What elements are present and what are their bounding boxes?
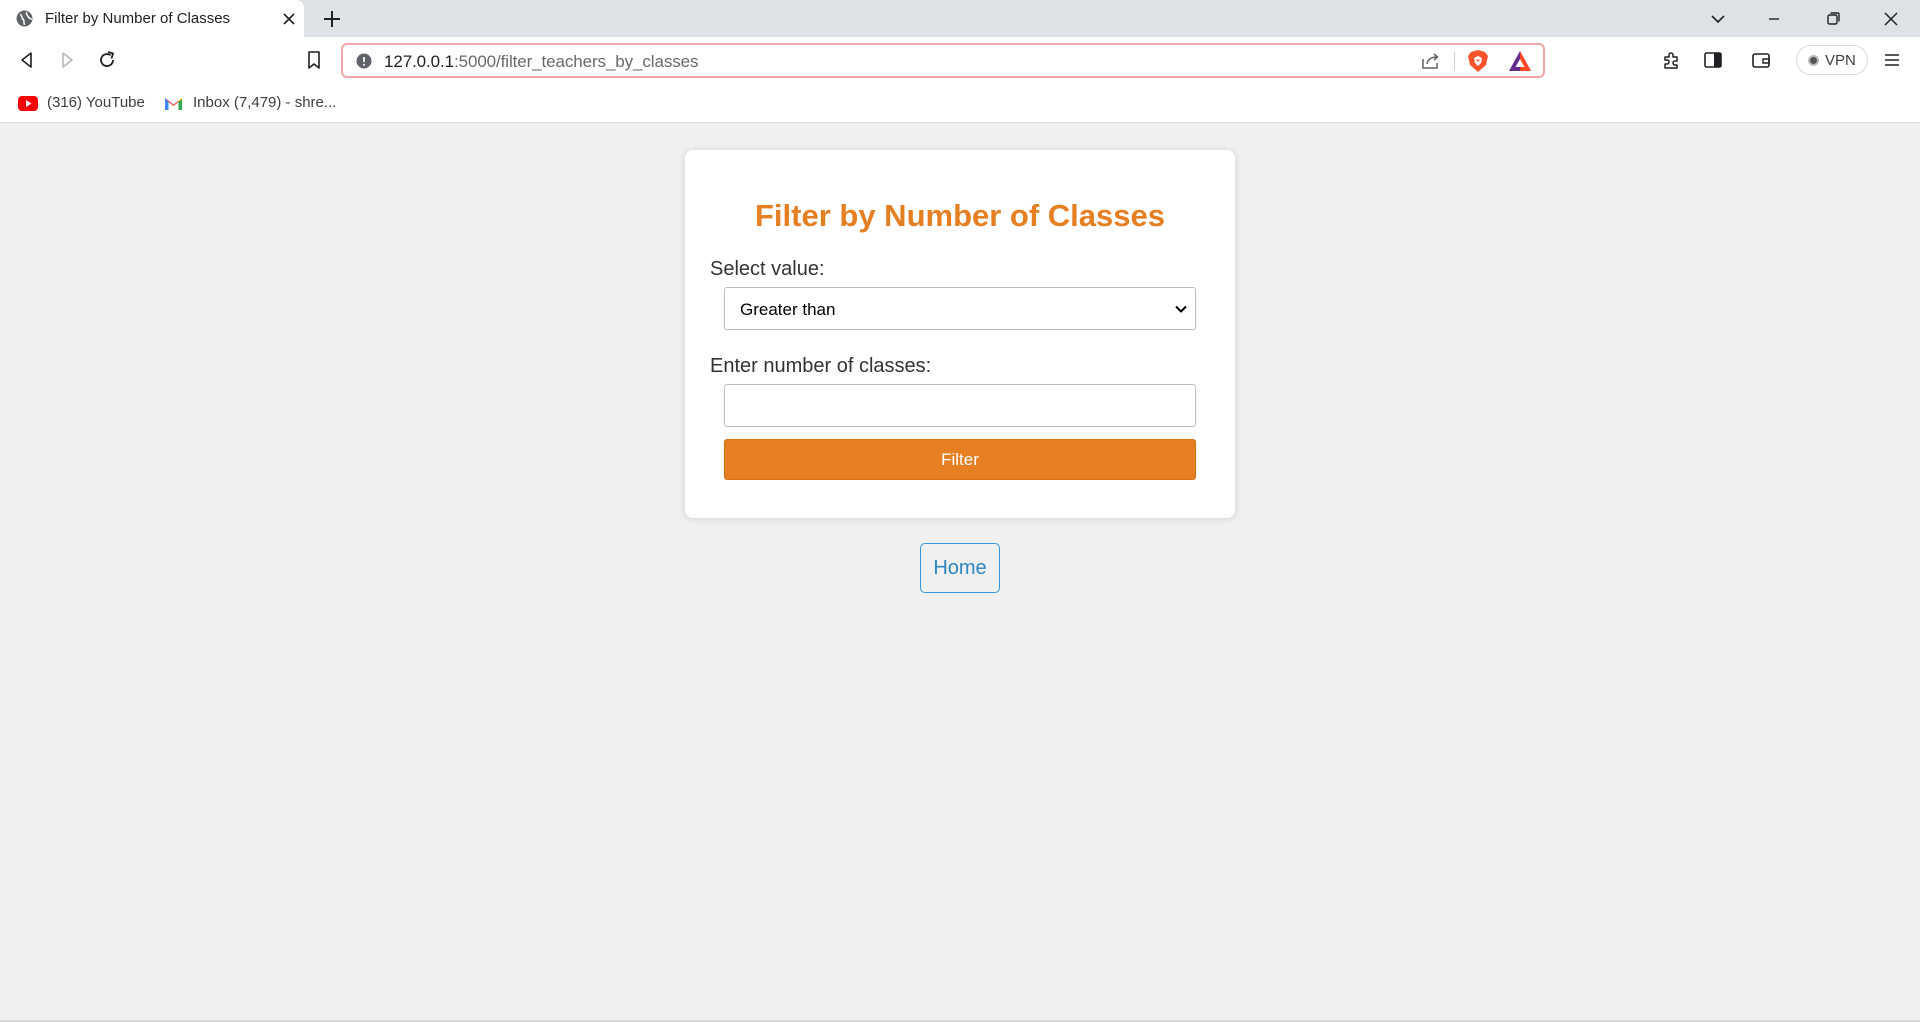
reload-icon[interactable]	[95, 48, 119, 72]
tab-strip: Filter by Number of Classes	[0, 0, 1920, 37]
youtube-icon	[18, 96, 38, 111]
number-of-classes-label: Enter number of classes:	[710, 355, 932, 377]
number-of-classes-input[interactable]	[724, 384, 1196, 427]
bookmark-gmail-label: Inbox (7,479) - shre...	[193, 94, 337, 111]
extensions-icon[interactable]	[1660, 48, 1684, 72]
back-icon[interactable]	[15, 48, 39, 72]
select-value-label: Select value:	[710, 258, 825, 280]
forward-icon[interactable]	[55, 48, 79, 72]
bookmark-gmail[interactable]: Inbox (7,479) - shre...	[164, 93, 337, 113]
sidebar-icon[interactable]	[1701, 48, 1725, 72]
brave-shields-icon[interactable]	[1467, 49, 1489, 73]
filter-card: Filter by Number of Classes Select value…	[685, 150, 1235, 518]
wallet-icon[interactable]	[1749, 48, 1773, 72]
comparison-select[interactable]: Greater than	[724, 287, 1196, 330]
restore-icon[interactable]	[1821, 7, 1845, 31]
site-info-icon[interactable]	[356, 53, 372, 69]
url-text: 127.0.0.1:5000/filter_teachers_by_classe…	[384, 52, 698, 72]
brave-rewards-icon[interactable]	[1508, 50, 1532, 72]
close-window-icon[interactable]	[1879, 7, 1903, 31]
globe-icon	[16, 10, 33, 27]
bookmark-icon[interactable]	[302, 48, 326, 72]
menu-icon[interactable]	[1880, 48, 1904, 72]
url-host: 127.0.0.1	[384, 52, 454, 71]
close-tab-icon[interactable]	[280, 10, 298, 28]
page-title: Filter by Number of Classes	[754, 198, 1165, 233]
vpn-status-icon	[1808, 55, 1819, 66]
address-bar[interactable]: 127.0.0.1:5000/filter_teachers_by_classe…	[341, 43, 1545, 78]
bookmark-youtube[interactable]: (316) YouTube	[18, 93, 145, 113]
url-path: :5000/filter_teachers_by_classes	[454, 52, 699, 71]
home-button[interactable]: Home	[920, 543, 1000, 593]
filter-button[interactable]: Filter	[724, 439, 1196, 480]
gmail-icon	[165, 98, 182, 110]
bookmark-youtube-label: (316) YouTube	[47, 94, 145, 111]
tab-search-chevron-icon[interactable]	[1706, 7, 1730, 31]
tab-title: Filter by Number of Classes	[45, 10, 231, 27]
share-icon[interactable]	[1420, 50, 1442, 72]
chevron-down-icon	[1175, 305, 1187, 313]
address-bar-divider	[1454, 52, 1455, 71]
browser-toolbar: 127.0.0.1:5000/filter_teachers_by_classe…	[0, 37, 1920, 83]
vpn-button[interactable]: VPN	[1796, 45, 1868, 75]
vpn-label: VPN	[1825, 52, 1856, 69]
select-selected-value: Greater than	[740, 300, 836, 319]
bookmarks-bar: (316) YouTube Inbox (7,479) - shre...	[0, 83, 1920, 123]
new-tab-icon[interactable]	[321, 8, 343, 30]
minimize-icon[interactable]	[1762, 7, 1786, 31]
browser-tab[interactable]: Filter by Number of Classes	[0, 0, 304, 37]
